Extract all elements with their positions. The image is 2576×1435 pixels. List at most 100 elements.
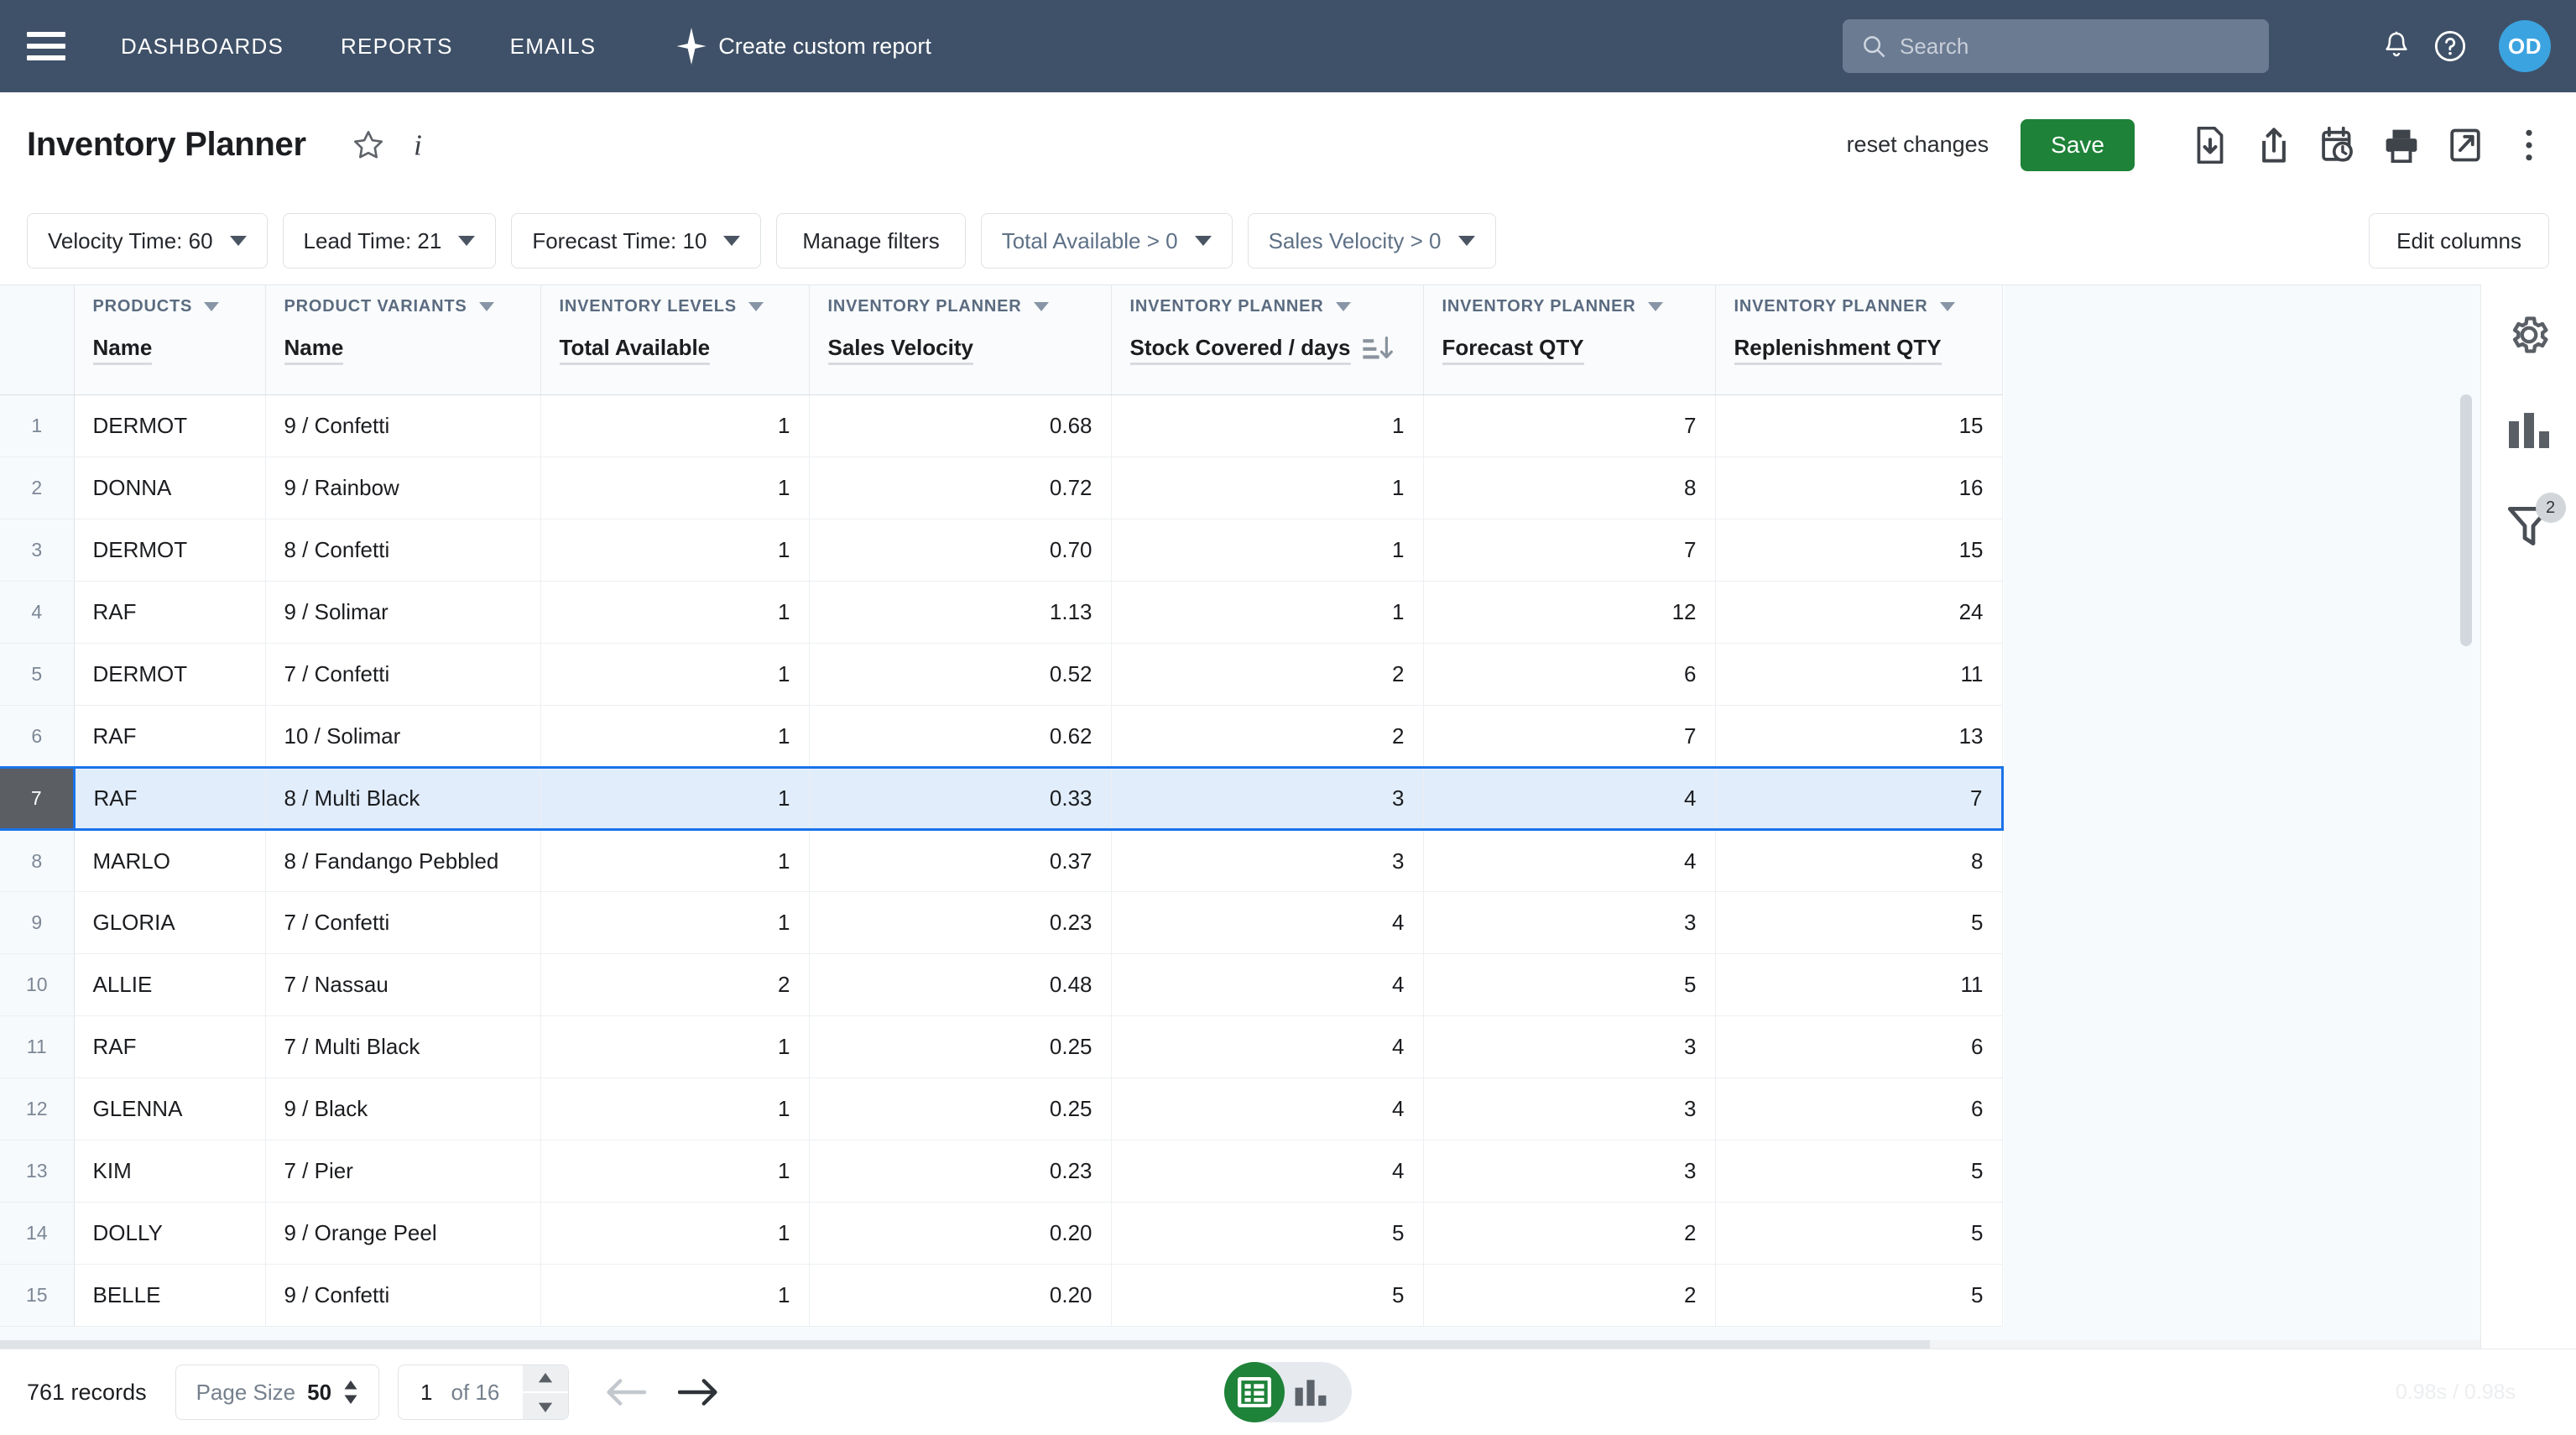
cell-product-name[interactable]: DERMOT [74,643,266,706]
chevron-down-icon[interactable] [1939,302,1955,311]
create-custom-report-button[interactable]: Create custom report [676,28,931,65]
hamburger-menu-icon[interactable] [27,32,65,60]
cell-variant-name[interactable]: 9 / Confetti [265,394,541,457]
cell-product-name[interactable]: ALLIE [74,953,266,1016]
cell-stock-covered-days[interactable]: 2 [1111,643,1424,706]
cell-replenishment-qty[interactable]: 6 [1715,1078,2003,1140]
cell-product-name[interactable]: DONNA [74,457,266,519]
cell-forecast-qty[interactable]: 5 [1423,953,1716,1016]
cell-forecast-qty[interactable]: 12 [1423,581,1716,644]
horizontal-scrollbar[interactable] [0,1340,2480,1349]
chevron-down-icon[interactable] [1335,302,1351,311]
cell-variant-name[interactable]: 8 / Fandango Pebbled [265,829,541,892]
chevron-down-icon[interactable] [1647,302,1663,311]
cell-total-available[interactable]: 1 [540,581,810,644]
page-number-input[interactable]: 1 [399,1380,451,1406]
cell-product-name[interactable]: GLENNA [74,1078,266,1140]
table-row[interactable]: 6 RAF 10 / Solimar 1 0.62 2 7 13 [0,705,2003,768]
cell-stock-covered-days[interactable]: 4 [1111,953,1424,1016]
chart-view-button[interactable] [1285,1377,1337,1407]
settings-rail-button[interactable] [2504,310,2554,360]
cell-total-available[interactable]: 1 [540,394,810,457]
column-header-stock-covered-days[interactable]: INVENTORY PLANNER Stock Covered / days [1111,285,1424,395]
info-icon[interactable]: i [407,128,429,162]
cell-stock-covered-days[interactable]: 5 [1111,1264,1424,1327]
cell-total-available[interactable]: 1 [540,457,810,519]
filters-rail-button[interactable]: 2 [2504,493,2566,551]
column-header-forecast-qty[interactable]: INVENTORY PLANNER Forecast QTY [1423,285,1716,395]
cell-replenishment-qty[interactable]: 5 [1715,891,2003,954]
cell-forecast-qty[interactable]: 7 [1423,705,1716,768]
cell-stock-covered-days[interactable]: 4 [1111,891,1424,954]
cell-sales-velocity[interactable]: 0.23 [809,891,1112,954]
filter-chip-sales-velocity[interactable]: Sales Velocity > 0 [1247,213,1496,269]
cell-stock-covered-days[interactable]: 1 [1111,394,1424,457]
cell-forecast-qty[interactable]: 4 [1423,829,1716,892]
chevron-down-icon[interactable] [748,302,764,311]
cell-product-name[interactable]: BELLE [74,1264,266,1327]
column-header-total-available[interactable]: INVENTORY LEVELS Total Available [540,285,810,395]
share-button[interactable] [2254,125,2294,165]
cell-forecast-qty[interactable]: 7 [1423,394,1716,457]
cell-sales-velocity[interactable]: 1.13 [809,581,1112,644]
cell-variant-name[interactable]: 7 / Pier [265,1140,541,1203]
cell-stock-covered-days[interactable]: 3 [1111,829,1424,892]
cell-product-name[interactable]: RAF [74,1015,266,1078]
visualization-rail-button[interactable] [2504,405,2554,456]
cell-sales-velocity[interactable]: 0.33 [809,766,1112,831]
cell-stock-covered-days[interactable]: 4 [1111,1140,1424,1203]
column-header-product-variants-name[interactable]: PRODUCT VARIANTS Name [265,285,541,395]
previous-page-button[interactable] [602,1369,649,1416]
cell-sales-velocity[interactable]: 0.48 [809,953,1112,1016]
cell-replenishment-qty[interactable]: 11 [1715,643,2003,706]
cell-replenishment-qty[interactable]: 24 [1715,581,2003,644]
nav-link-dashboards[interactable]: DASHBOARDS [121,34,284,60]
cell-stock-covered-days[interactable]: 1 [1111,581,1424,644]
table-row[interactable]: 9 GLORIA 7 / Confetti 1 0.23 4 3 5 [0,891,2003,954]
cell-total-available[interactable]: 1 [540,643,810,706]
cell-variant-name[interactable]: 9 / Solimar [265,581,541,644]
cell-replenishment-qty[interactable]: 7 [1715,766,2004,831]
cell-replenishment-qty[interactable]: 8 [1715,829,2003,892]
print-button[interactable] [2381,125,2422,165]
page-number-control[interactable]: 1 of 16 [398,1365,570,1420]
cell-sales-velocity[interactable]: 0.70 [809,519,1112,582]
table-row[interactable]: 2 DONNA 9 / Rainbow 1 0.72 1 8 16 [0,457,2003,519]
cell-forecast-qty[interactable]: 3 [1423,1140,1716,1203]
vertical-scrollbar-thumb[interactable] [2460,394,2472,646]
chevron-down-icon[interactable] [1033,302,1049,311]
cell-variant-name[interactable]: 9 / Orange Peel [265,1202,541,1265]
cell-stock-covered-days[interactable]: 4 [1111,1078,1424,1140]
edit-columns-button[interactable]: Edit columns [2369,213,2549,269]
cell-sales-velocity[interactable]: 0.20 [809,1264,1112,1327]
cell-replenishment-qty[interactable]: 13 [1715,705,2003,768]
cell-replenishment-qty[interactable]: 5 [1715,1140,2003,1203]
cell-replenishment-qty[interactable]: 11 [1715,953,2003,1016]
help-button[interactable] [2423,19,2477,73]
cell-product-name[interactable]: MARLO [74,829,266,892]
cell-forecast-qty[interactable]: 4 [1423,766,1716,831]
cell-sales-velocity[interactable]: 0.68 [809,394,1112,457]
table-row[interactable]: 5 DERMOT 7 / Confetti 1 0.52 2 6 11 [0,643,2003,706]
table-row[interactable]: 13 KIM 7 / Pier 1 0.23 4 3 5 [0,1140,2003,1203]
cell-stock-covered-days[interactable]: 1 [1111,457,1424,519]
nav-link-emails[interactable]: EMAILS [510,34,597,60]
save-button[interactable]: Save [2021,118,2135,171]
cell-replenishment-qty[interactable]: 15 [1715,394,2003,457]
cell-product-name[interactable]: GLORIA [74,891,266,954]
cell-variant-name[interactable]: 9 / Black [265,1078,541,1140]
cell-total-available[interactable]: 1 [540,829,810,892]
page-spinner-down[interactable] [523,1393,569,1419]
open-external-button[interactable] [2445,125,2485,165]
cell-variant-name[interactable]: 9 / Confetti [265,1264,541,1327]
cell-total-available[interactable]: 1 [540,1264,810,1327]
table-row[interactable]: 1 DERMOT 9 / Confetti 1 0.68 1 7 15 [0,394,2003,457]
cell-replenishment-qty[interactable]: 16 [1715,457,2003,519]
cell-stock-covered-days[interactable]: 5 [1111,1202,1424,1265]
cell-variant-name[interactable]: 7 / Nassau [265,953,541,1016]
chevron-down-icon[interactable] [478,302,494,311]
cell-total-available[interactable]: 1 [540,1078,810,1140]
cell-forecast-qty[interactable]: 7 [1423,519,1716,582]
cell-forecast-qty[interactable]: 2 [1423,1202,1716,1265]
cell-product-name[interactable]: DERMOT [74,394,266,457]
